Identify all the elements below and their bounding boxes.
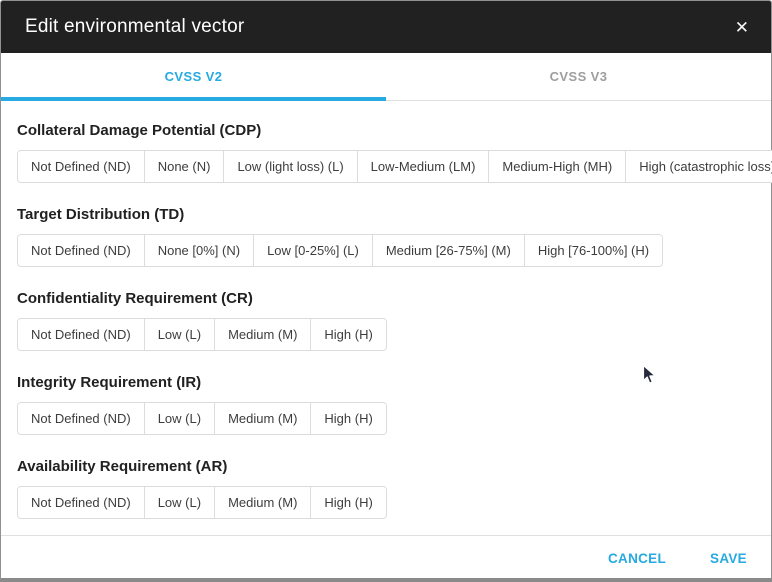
option-button[interactable]: Low [0-25%] (L) xyxy=(254,235,373,266)
edit-environmental-vector-dialog: Edit environmental vector ✕ CVSS V2 CVSS… xyxy=(0,0,772,582)
option-button[interactable]: Not Defined (ND) xyxy=(18,151,145,182)
option-button[interactable]: Not Defined (ND) xyxy=(18,487,145,518)
option-button[interactable]: High (H) xyxy=(311,319,385,350)
option-button-group: Not Defined (ND)Low (L)Medium (M)High (H… xyxy=(17,486,387,519)
option-button[interactable]: High (H) xyxy=(311,487,385,518)
tab-cvss-v2-label: CVSS V2 xyxy=(165,69,223,84)
vector-section: Collateral Damage Potential (CDP) Not De… xyxy=(17,123,755,183)
section-title: Confidentiality Requirement (CR) xyxy=(17,291,755,307)
cancel-button[interactable]: CANCEL xyxy=(608,551,666,566)
option-button[interactable]: High (catastrophic loss) (H) xyxy=(626,151,772,182)
option-button[interactable]: Not Defined (ND) xyxy=(18,319,145,350)
close-icon[interactable]: ✕ xyxy=(729,13,755,42)
option-button[interactable]: Medium (M) xyxy=(215,319,311,350)
option-button[interactable]: High (H) xyxy=(311,403,385,434)
option-button-group: Not Defined (ND)None [0%] (N)Low [0-25%]… xyxy=(17,234,663,267)
dialog-content: Collateral Damage Potential (CDP) Not De… xyxy=(1,101,771,519)
option-button[interactable]: None (N) xyxy=(145,151,225,182)
vector-section: Availability Requirement (AR) Not Define… xyxy=(17,459,755,519)
option-button-group: Not Defined (ND)Low (L)Medium (M)High (H… xyxy=(17,402,387,435)
option-button[interactable]: Medium (M) xyxy=(215,403,311,434)
option-button[interactable]: Medium [26-75%] (M) xyxy=(373,235,525,266)
tab-cvss-v3[interactable]: CVSS V3 xyxy=(386,53,771,100)
dialog-header: Edit environmental vector ✕ xyxy=(1,1,771,53)
option-button[interactable]: Medium-High (MH) xyxy=(489,151,626,182)
option-button[interactable]: Low-Medium (LM) xyxy=(358,151,490,182)
option-button[interactable]: Low (L) xyxy=(145,403,215,434)
dialog-footer: CANCEL SAVE xyxy=(1,535,771,581)
section-title: Collateral Damage Potential (CDP) xyxy=(17,123,755,139)
option-button[interactable]: None [0%] (N) xyxy=(145,235,254,266)
section-title: Integrity Requirement (IR) xyxy=(17,375,755,391)
section-title: Availability Requirement (AR) xyxy=(17,459,755,475)
option-button-group: Not Defined (ND)None (N)Low (light loss)… xyxy=(17,150,772,183)
option-button[interactable]: Low (L) xyxy=(145,487,215,518)
option-button[interactable]: Low (L) xyxy=(145,319,215,350)
tab-cvss-v2[interactable]: CVSS V2 xyxy=(1,53,386,100)
option-button[interactable]: Not Defined (ND) xyxy=(18,235,145,266)
option-button[interactable]: Medium (M) xyxy=(215,487,311,518)
option-button-group: Not Defined (ND)Low (L)Medium (M)High (H… xyxy=(17,318,387,351)
save-button[interactable]: SAVE xyxy=(710,551,747,566)
tab-bar: CVSS V2 CVSS V3 xyxy=(1,53,771,101)
tab-cvss-v3-label: CVSS V3 xyxy=(550,69,608,84)
option-button[interactable]: Not Defined (ND) xyxy=(18,403,145,434)
option-button[interactable]: High [76-100%] (H) xyxy=(525,235,662,266)
dialog-title: Edit environmental vector xyxy=(25,16,729,38)
vector-section: Integrity Requirement (IR) Not Defined (… xyxy=(17,375,755,435)
section-title: Target Distribution (TD) xyxy=(17,207,755,223)
option-button[interactable]: Low (light loss) (L) xyxy=(224,151,357,182)
vector-section: Confidentiality Requirement (CR) Not Def… xyxy=(17,291,755,351)
vector-section: Target Distribution (TD) Not Defined (ND… xyxy=(17,207,755,267)
